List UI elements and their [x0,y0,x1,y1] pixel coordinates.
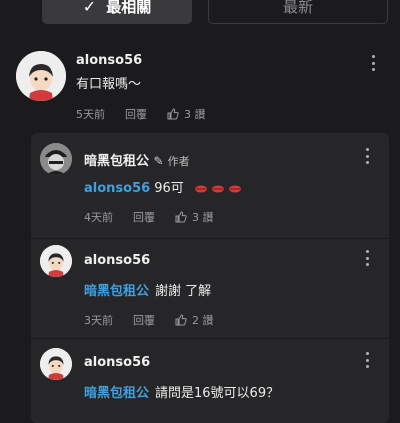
reply-username[interactable]: alonso56 [84,253,150,268]
comment-text: 有口報嗎～ [76,77,142,92]
reply-button[interactable]: 回覆 [125,106,147,122]
reply-text: 暗黑包租公 謝謝 了解 [84,280,211,299]
reply-text: alonso56 96可 [84,177,244,196]
reply-time: 3天前 [84,314,113,327]
mention-link[interactable]: 暗黑包租公 [84,284,149,299]
mention-link[interactable]: alonso56 [84,181,150,196]
thumbs-up-icon [175,314,187,326]
reply-button[interactable]: 回覆 [133,209,155,225]
reply-divider [31,238,389,239]
author-badge: 作者 [167,155,190,168]
tab-top[interactable]: ✓ 最相關 [42,0,192,24]
like-button[interactable]: 3 讚 [167,106,206,122]
like-count: 2 讚 [192,314,214,327]
tab-top-label: 最相關 [106,0,152,16]
sort-tabs: ✓ 最相關 最新 [0,0,400,26]
like-count: 3 讚 [184,108,206,121]
lips-icon [194,185,241,192]
more-options-icon[interactable] [359,350,375,370]
like-button[interactable]: 3 讚 [175,209,214,225]
like-button[interactable]: 2 讚 [175,312,214,328]
check-icon: ✓ [82,0,97,16]
more-options-icon[interactable] [365,53,381,73]
reply-text: 暗黑包租公 請問是16號可以69？ [84,382,279,401]
thumbs-up-icon [167,108,179,120]
avatar[interactable] [16,51,66,101]
avatar[interactable] [40,245,72,277]
reply-username[interactable]: 暗黑包租公 ✎ 作者 [84,150,190,169]
avatar[interactable] [40,348,72,380]
pen-icon: ✎ [153,154,164,168]
comment-meta: 5天前 回覆 3 讚 [76,106,206,122]
reply-time: 4天前 [84,211,113,224]
lips-emoji [188,181,244,195]
mention-link[interactable]: 暗黑包租公 [84,386,149,401]
reply-meta: 4天前 回覆 3 讚 [84,209,214,225]
like-count: 3 讚 [192,211,214,224]
reply-username[interactable]: alonso56 [84,355,150,370]
reply-text-content: 96可 [154,181,184,196]
reply-text-content: 謝謝 了解 [155,284,212,299]
girl-avatar-icon [40,245,72,277]
comment-username[interactable]: alonso56 [76,53,142,68]
masked-man-avatar-icon [40,143,72,175]
more-options-icon[interactable] [359,248,375,268]
reply-button[interactable]: 回覆 [133,312,155,328]
reply-text-content: 請問是16號可以69？ [155,386,280,401]
girl-avatar-icon [40,348,72,380]
tab-newest[interactable]: 最新 [208,0,388,24]
girl-avatar-icon [16,51,66,101]
thumbs-up-icon [175,211,187,223]
reply-meta: 3天前 回覆 2 讚 [84,312,214,328]
reply-divider [31,338,389,339]
tab-newest-label: 最新 [282,0,313,16]
comment-time: 5天前 [76,108,105,121]
more-options-icon[interactable] [359,146,375,166]
reply-username-text: 暗黑包租公 [84,154,150,169]
avatar[interactable] [40,143,72,175]
